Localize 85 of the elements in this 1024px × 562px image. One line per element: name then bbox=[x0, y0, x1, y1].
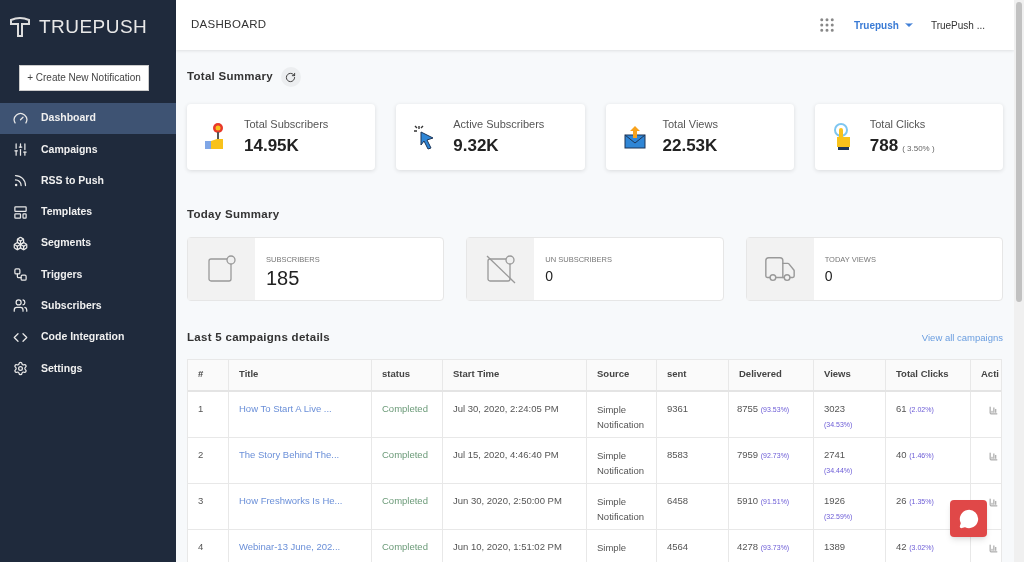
sidebar-item[interactable]: Triggers bbox=[0, 259, 176, 291]
sidebar-item[interactable]: RSS to Push bbox=[0, 165, 176, 197]
stat-note: ( 3.50% ) bbox=[902, 142, 935, 155]
bar-chart-icon[interactable] bbox=[989, 497, 998, 507]
brand-name: TRUEPUSH bbox=[39, 14, 148, 39]
stat-label: Total Views bbox=[662, 117, 718, 132]
table-cell: Simple bbox=[587, 529, 657, 562]
status-cell: Completed bbox=[372, 483, 443, 529]
user-name[interactable]: TruePush ... bbox=[930, 17, 985, 33]
chat-bubble-icon bbox=[958, 508, 979, 529]
table-cell: 1 bbox=[188, 391, 229, 437]
bar-chart-icon[interactable] bbox=[989, 405, 998, 415]
today-value: 0 bbox=[824, 266, 834, 286]
layout-icon bbox=[13, 204, 28, 220]
settings-icon bbox=[13, 361, 28, 376]
crossed-square-icon bbox=[485, 254, 516, 285]
users-icon bbox=[13, 298, 28, 314]
gauge-icon bbox=[13, 110, 28, 126]
sidebar-item[interactable]: Segments bbox=[0, 227, 176, 259]
apps-grid-icon[interactable] bbox=[817, 16, 836, 34]
envelope-upload-icon bbox=[622, 125, 647, 149]
status-cell: Completed bbox=[372, 529, 443, 562]
column-header: Acti bbox=[971, 359, 1001, 390]
bar-chart-icon[interactable] bbox=[989, 451, 998, 461]
stat-label: Total Clicks bbox=[869, 117, 927, 132]
table-cell: 9361 bbox=[657, 391, 729, 437]
table-cell: Jul 15, 2020, 4:46:40 PM bbox=[443, 437, 587, 483]
refresh-button[interactable] bbox=[280, 67, 301, 87]
bar-chart-icon[interactable] bbox=[989, 543, 998, 553]
column-header: Delivered bbox=[729, 359, 814, 390]
sidebar-item[interactable]: Code Integration bbox=[0, 321, 176, 353]
cubes-icon bbox=[13, 235, 28, 251]
stat-value: 9.32K bbox=[453, 134, 499, 157]
table-cell: Jun 30, 2020, 2:50:00 PM bbox=[443, 483, 587, 529]
sidebar-item[interactable]: Subscribers bbox=[0, 290, 176, 322]
table-cell: 4564 bbox=[657, 529, 729, 562]
stat-label: Active Subscribers bbox=[453, 117, 545, 132]
table-cell: Jul 30, 2020, 2:24:05 PM bbox=[443, 391, 587, 437]
square-dot-icon bbox=[206, 254, 237, 285]
column-header: sent bbox=[657, 359, 729, 390]
sidebar-item[interactable]: Settings bbox=[0, 352, 176, 385]
table-cell: 4 bbox=[188, 529, 229, 562]
column-header: Total Clicks bbox=[886, 359, 971, 390]
column-header: Title bbox=[229, 359, 372, 390]
table-cell-text: 2741 bbox=[824, 447, 847, 462]
table-cell: 2 bbox=[188, 437, 229, 483]
chat-button[interactable] bbox=[950, 500, 987, 537]
sidebar-item[interactable]: Dashboard bbox=[0, 102, 176, 134]
stat-value: 14.95K bbox=[244, 134, 299, 157]
sidebar-item[interactable]: Templates bbox=[0, 196, 176, 228]
table-cell-text: 1389 bbox=[824, 539, 847, 554]
table-cell-text: 1926 bbox=[824, 493, 847, 508]
table-cell: Simple Notification bbox=[587, 391, 657, 437]
page-title: DASHBOARD bbox=[191, 17, 268, 33]
today-value: 0 bbox=[545, 266, 555, 286]
status-cell: Completed bbox=[372, 391, 443, 437]
section-title: Today Summary bbox=[187, 207, 281, 222]
sliders-icon bbox=[13, 141, 28, 157]
column-header: # bbox=[188, 359, 229, 390]
section-title: Total Summary bbox=[187, 69, 273, 85]
section-title: Last 5 campaigns details bbox=[187, 330, 331, 346]
logo-icon bbox=[9, 16, 31, 38]
rss-icon bbox=[13, 173, 28, 189]
scrollbar[interactable] bbox=[1014, 0, 1024, 562]
column-header: status bbox=[372, 359, 443, 390]
column-header: Views bbox=[814, 359, 886, 390]
table-cell: 3 bbox=[188, 483, 229, 529]
status-cell: Completed bbox=[372, 437, 443, 483]
refresh-icon bbox=[285, 71, 297, 83]
column-header: Source bbox=[587, 359, 657, 390]
create-notification-button[interactable]: + Create New Notification bbox=[19, 64, 149, 91]
table-cell: Jun 10, 2020, 1:51:02 PM bbox=[443, 529, 587, 562]
table-cell: 8583 bbox=[657, 437, 729, 483]
today-value: 185 bbox=[266, 265, 301, 291]
stat-label: Total Subscribers bbox=[244, 117, 329, 132]
column-header: Start Time bbox=[443, 359, 587, 390]
table-cell: Simple Notification bbox=[587, 483, 657, 529]
table-cell: Simple Notification bbox=[587, 437, 657, 483]
project-dropdown[interactable]: Truepush bbox=[853, 17, 915, 33]
table-cell: 6458 bbox=[657, 483, 729, 529]
nodes-icon bbox=[13, 267, 28, 283]
stat-value: 22.53K bbox=[662, 134, 718, 157]
sidebar-item[interactable]: Campaigns bbox=[0, 133, 176, 166]
stat-value: 788 bbox=[869, 134, 899, 157]
table-cell-text: 3023 bbox=[824, 401, 847, 416]
